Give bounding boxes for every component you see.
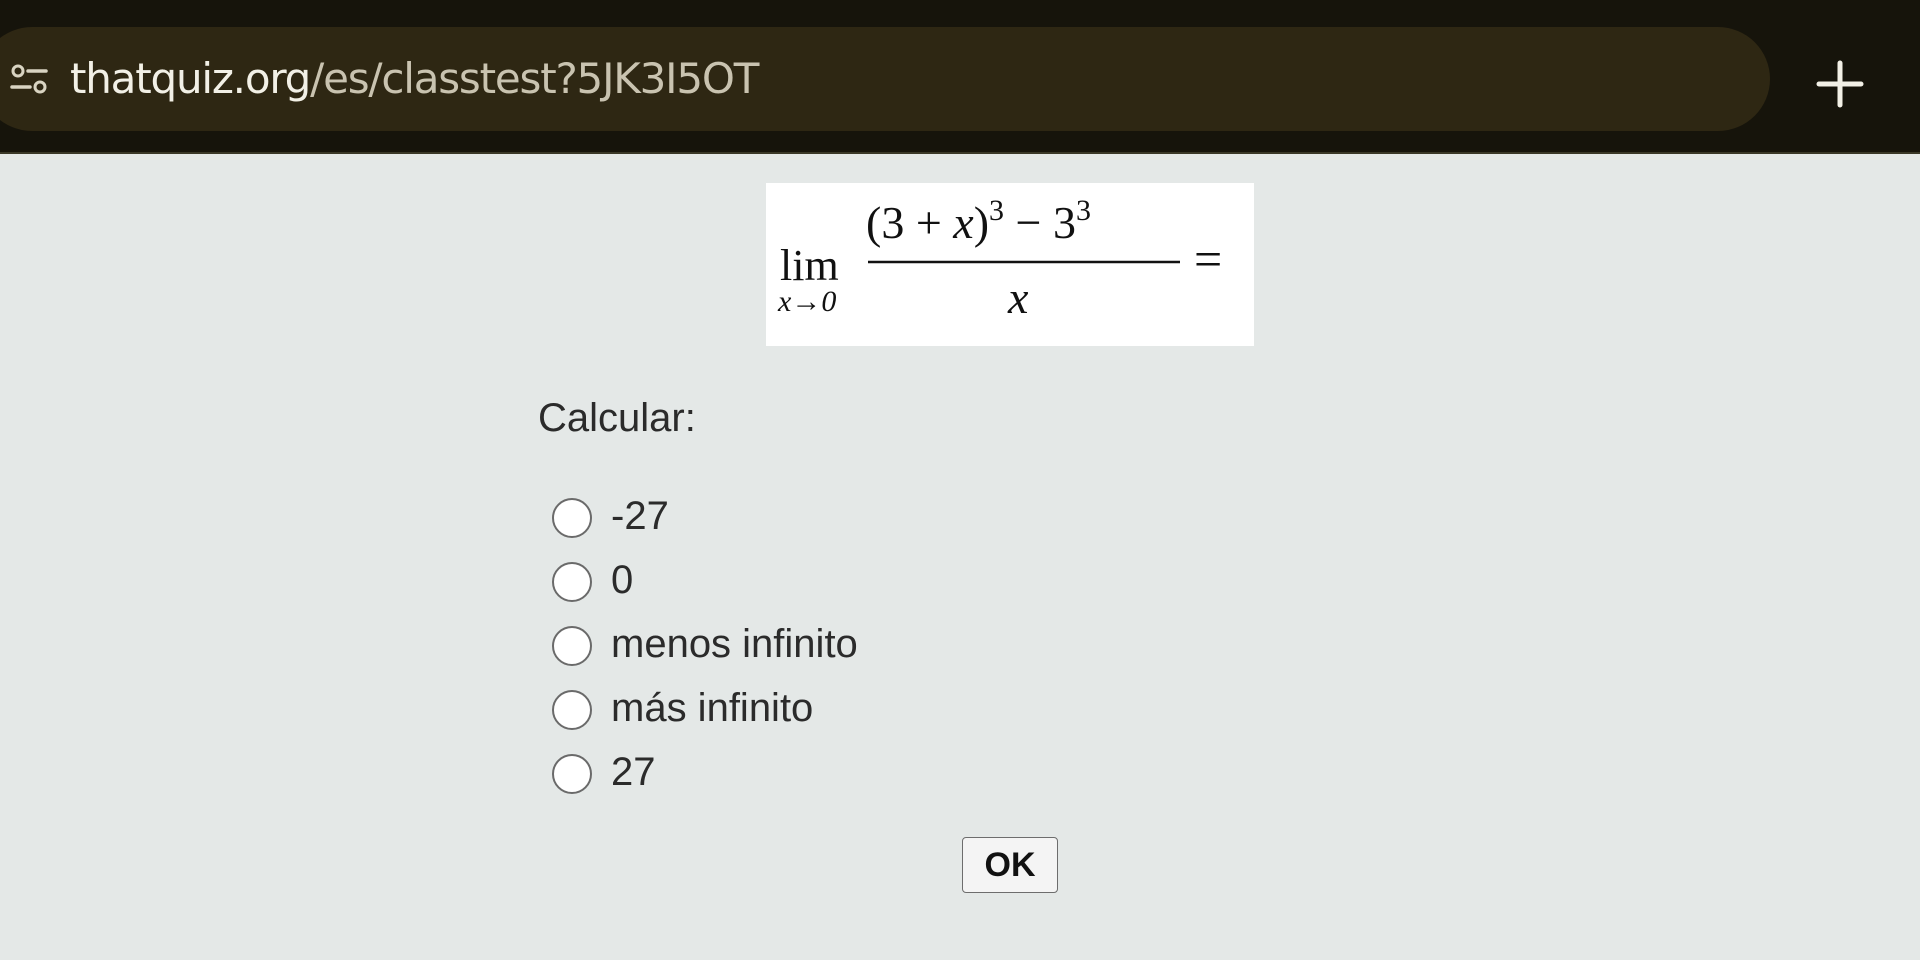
- tune-icon[interactable]: [8, 58, 50, 100]
- formula-denominator: x: [1007, 272, 1029, 323]
- formula-minus-base: − 3: [1004, 197, 1076, 248]
- formula-lim: lim: [780, 241, 839, 290]
- quiz-content: lim x→0 (3 + x)3 − 33 x = Calcular: -27 …: [0, 156, 1920, 960]
- formula-equals: =: [1194, 231, 1222, 287]
- question-label: Calcular:: [538, 396, 696, 440]
- formula-numerator: (3 + x)3 − 33: [866, 194, 1091, 248]
- option-27[interactable]: 27: [550, 742, 1050, 806]
- formula-numerator-var: x: [952, 197, 974, 248]
- radio-button[interactable]: [552, 562, 592, 602]
- formula-exp-1: 3: [989, 194, 1004, 227]
- option-menos-infinito[interactable]: menos infinito: [550, 614, 1050, 678]
- option-minus-27[interactable]: -27: [550, 486, 1050, 550]
- browser-toolbar: thatquiz.org/es/classtest?5JK3I5OT: [0, 0, 1920, 154]
- radio-button[interactable]: [552, 690, 592, 730]
- radio-button[interactable]: [552, 626, 592, 666]
- formula-numerator-close: ): [974, 197, 989, 248]
- option-0[interactable]: 0: [550, 550, 1050, 614]
- option-mas-infinito[interactable]: más infinito: [550, 678, 1050, 742]
- option-label[interactable]: 0: [611, 558, 633, 603]
- radio-button[interactable]: [552, 498, 592, 538]
- address-bar[interactable]: thatquiz.org/es/classtest?5JK3I5OT: [0, 27, 1770, 131]
- limit-formula: lim x→0 (3 + x)3 − 33 x =: [777, 194, 1222, 323]
- formula-numerator-open: (3 +: [866, 197, 953, 248]
- url-text[interactable]: thatquiz.org/es/classtest?5JK3I5OT: [70, 51, 759, 107]
- url-path: /es/classtest?5JK3I5OT: [310, 54, 759, 103]
- option-label[interactable]: 27: [611, 750, 656, 795]
- radio-button[interactable]: [552, 754, 592, 794]
- formula-lim-subscript: x→0: [777, 285, 836, 318]
- ok-button[interactable]: OK: [962, 837, 1058, 893]
- plus-icon[interactable]: [1812, 56, 1868, 112]
- url-domain: thatquiz.org: [70, 54, 311, 103]
- option-label[interactable]: -27: [611, 494, 669, 539]
- question-formula-image: lim x→0 (3 + x)3 − 33 x =: [766, 183, 1254, 346]
- option-label[interactable]: menos infinito: [611, 622, 858, 667]
- option-label[interactable]: más infinito: [611, 686, 813, 731]
- formula-exp-2: 3: [1076, 194, 1091, 227]
